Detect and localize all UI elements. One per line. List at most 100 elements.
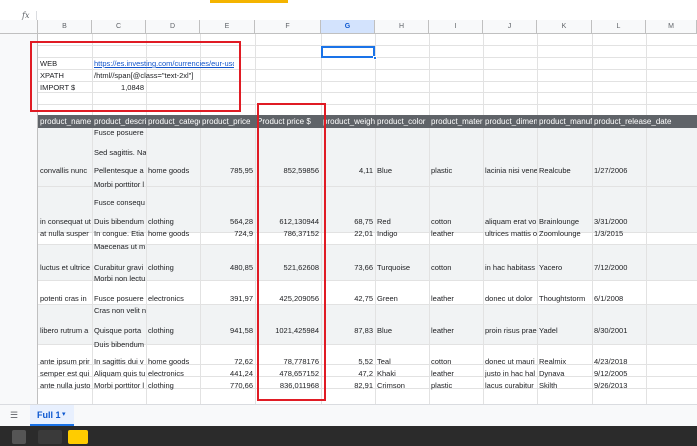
cell-dimensions[interactable]: lacinia nisi vene [485,166,537,176]
cell-material[interactable]: leather [431,369,483,379]
cell-category[interactable]: home goods [148,229,200,239]
cell-release-date[interactable]: 6/1/2008 [594,294,646,304]
cell-release-date[interactable]: 9/12/2005 [594,369,646,379]
cell-desc[interactable]: Curabitur gravi [94,263,146,273]
header-product-dimensions[interactable]: product_dimen [483,115,537,128]
cell-name[interactable]: ante ipsum prir [40,357,92,367]
column-header-m[interactable]: M [646,20,697,33]
column-header-h[interactable]: H [375,20,429,33]
cell-price[interactable]: 770,66 [200,381,253,391]
cell-release-date[interactable]: 9/26/2013 [594,381,646,391]
cell-desc[interactable]: In congue. Etia [94,229,146,239]
cell-name[interactable]: in consequat ut [40,217,92,227]
column-header-e[interactable]: E [200,20,255,33]
cell-color[interactable]: Blue [377,326,429,336]
cell-dimensions[interactable]: proin risus prae [485,326,537,336]
header-product-price[interactable]: product_price [200,115,255,128]
cell-color[interactable]: Khaki [377,369,429,379]
cell-weight[interactable]: 82,91 [321,381,373,391]
cell-release-date[interactable]: 7/12/2000 [594,263,646,273]
column-header-i[interactable]: I [429,20,483,33]
cell-material[interactable]: cotton [431,263,483,273]
cell-material[interactable]: leather [431,229,483,239]
cell-desc[interactable]: Pellentesque a [94,166,146,176]
cell-name[interactable]: at nulla susper [40,229,92,239]
cell-weight[interactable]: 22,01 [321,229,373,239]
column-header-d[interactable]: D [146,20,200,33]
cell-name[interactable]: ante nulla justo [40,381,92,391]
cell-price[interactable]: 391,97 [200,294,253,304]
cell-category[interactable]: electronics [148,369,200,379]
cell-name[interactable]: semper est qui [40,369,92,379]
cell-price[interactable]: 72,62 [200,357,253,367]
cell-manufacturer[interactable]: Brainlounge [539,217,592,227]
header-product-material[interactable]: product_materi [429,115,483,128]
cell-category[interactable]: home goods [148,166,200,176]
cell-name[interactable]: potenti cras in [40,294,92,304]
cell-manufacturer[interactable]: Realcube [539,166,592,176]
cell-material[interactable]: plastic [431,166,483,176]
cell-category[interactable]: clothing [148,326,200,336]
header-product-name[interactable]: product_name [38,115,92,128]
sheet-tab-full-1[interactable]: Full 1 ▾ [30,405,74,426]
cell-desc[interactable]: Aliquam quis tu [94,369,146,379]
cell-material[interactable]: cotton [431,357,483,367]
cell-category[interactable]: electronics [148,294,200,304]
cell-release-date[interactable]: 8/30/2001 [594,326,646,336]
cell-color[interactable]: Blue [377,166,429,176]
column-header-g[interactable]: G [321,20,375,33]
header-product-color[interactable]: product_color [375,115,429,128]
cell-dimensions[interactable]: ultrices mattis o [485,229,537,239]
sheets-list-icon[interactable]: ☰ [10,410,18,421]
cell-manufacturer[interactable]: Yadel [539,326,592,336]
cell-material[interactable]: leather [431,326,483,336]
cell-name[interactable]: luctus et ultrice [40,263,92,273]
cell-material[interactable]: cotton [431,217,483,227]
cell-price[interactable]: 941,58 [200,326,253,336]
cell-manufacturer[interactable]: Dynava [539,369,592,379]
cell-desc[interactable]: Morbi porttitor l [94,381,146,391]
cell-dimensions[interactable]: aliquam erat vo [485,217,537,227]
cell-weight[interactable]: 87,83 [321,326,373,336]
cell-release-date[interactable]: 3/31/2000 [594,217,646,227]
taskbar-app-icon[interactable] [38,430,62,444]
cell-weight[interactable]: 73,66 [321,263,373,273]
cell-weight[interactable]: 4,11 [321,166,373,176]
cell-dimensions[interactable]: in hac habitass [485,263,537,273]
taskbar-folder-icon[interactable] [68,430,88,444]
tab-dropdown-icon[interactable]: ▾ [62,410,66,418]
cell-manufacturer[interactable]: Thoughtstorm [539,294,592,304]
cell-price[interactable]: 564,28 [200,217,253,227]
cell-dimensions[interactable]: donec ut mauri [485,357,537,367]
cell-desc[interactable]: Fusce posuere [94,294,146,304]
column-header-f[interactable]: F [255,20,321,33]
cell-category[interactable]: clothing [148,217,200,227]
header-product-release-date[interactable]: product_release_date [592,115,697,128]
cell-category[interactable]: clothing [148,263,200,273]
cell-price[interactable]: 480,85 [200,263,253,273]
cell-color[interactable]: Teal [377,357,429,367]
cell-manufacturer[interactable]: Skilth [539,381,592,391]
cell-name[interactable]: libero rutrum a [40,326,92,336]
cell-material[interactable]: plastic [431,381,483,391]
cell-desc[interactable]: In sagittis dui v [94,357,146,367]
taskbar-app-icon[interactable] [12,430,26,444]
cell-color[interactable]: Turquoise [377,263,429,273]
cell-weight[interactable]: 5,52 [321,357,373,367]
cell-manufacturer[interactable]: Zoomlounge [539,229,592,239]
cell-release-date[interactable]: 1/3/2015 [594,229,646,239]
cell-category[interactable]: home goods [148,357,200,367]
cell-dimensions[interactable]: lacus curabitur [485,381,537,391]
cell-material[interactable]: leather [431,294,483,304]
cell-dimensions[interactable]: donec ut dolor [485,294,537,304]
cell-manufacturer[interactable]: Realmix [539,357,592,367]
cell-price[interactable]: 724,9 [200,229,253,239]
cell-color[interactable]: Red [377,217,429,227]
header-product-description[interactable]: product_descri [92,115,146,128]
cell-color[interactable]: Indigo [377,229,429,239]
header-product-category[interactable]: product_catego [146,115,200,128]
cell-dimensions[interactable]: justo in hac hal [485,369,537,379]
cell-price[interactable]: 441,24 [200,369,253,379]
column-header-j[interactable]: J [483,20,537,33]
cell-release-date[interactable]: 1/27/2006 [594,166,646,176]
